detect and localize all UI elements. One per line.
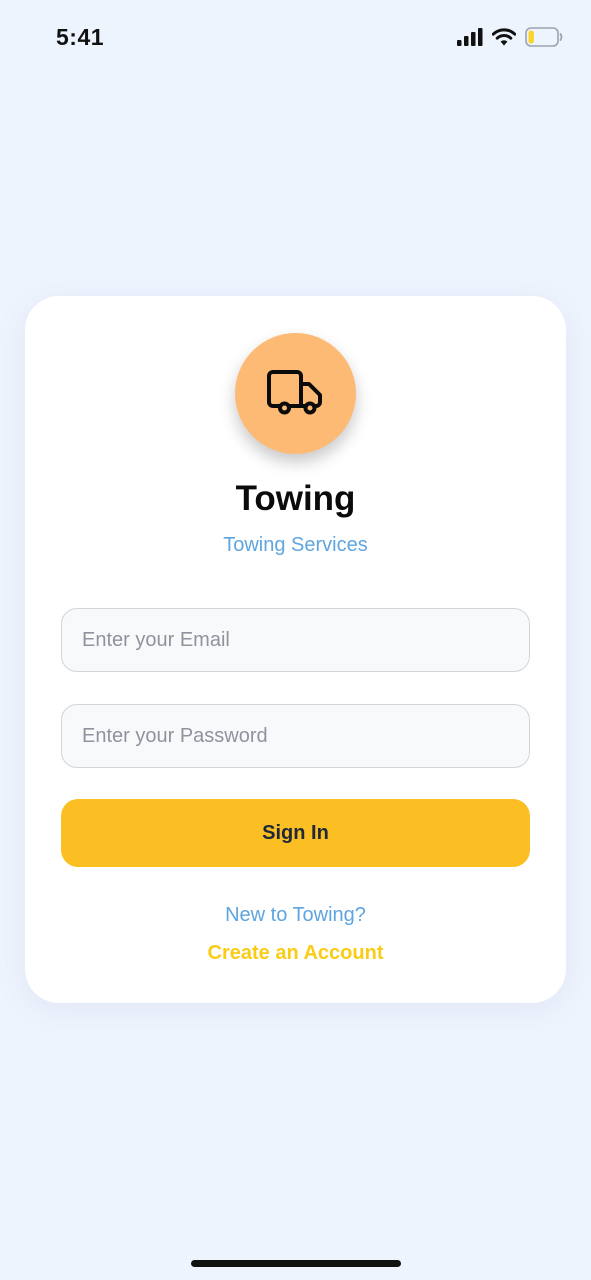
home-indicator (191, 1260, 401, 1267)
status-bar: 5:41 (0, 0, 591, 76)
signal-icon (457, 28, 483, 46)
app-subtitle: Towing Services (223, 534, 368, 556)
app-title: Towing (235, 479, 356, 518)
truck-icon (266, 369, 322, 414)
create-account-link[interactable]: Create an Account (25, 942, 566, 965)
email-field[interactable] (61, 608, 530, 672)
new-user-prompt: New to Towing? (225, 904, 366, 926)
wifi-icon (492, 28, 516, 46)
password-field[interactable] (61, 704, 530, 768)
status-icons (457, 27, 563, 47)
login-card: Towing Towing Services Sign In New to To… (25, 296, 566, 1003)
logo-badge (235, 333, 356, 454)
sign-in-button[interactable]: Sign In (61, 799, 530, 867)
status-time: 5:41 (56, 24, 105, 50)
battery-icon (525, 27, 563, 47)
